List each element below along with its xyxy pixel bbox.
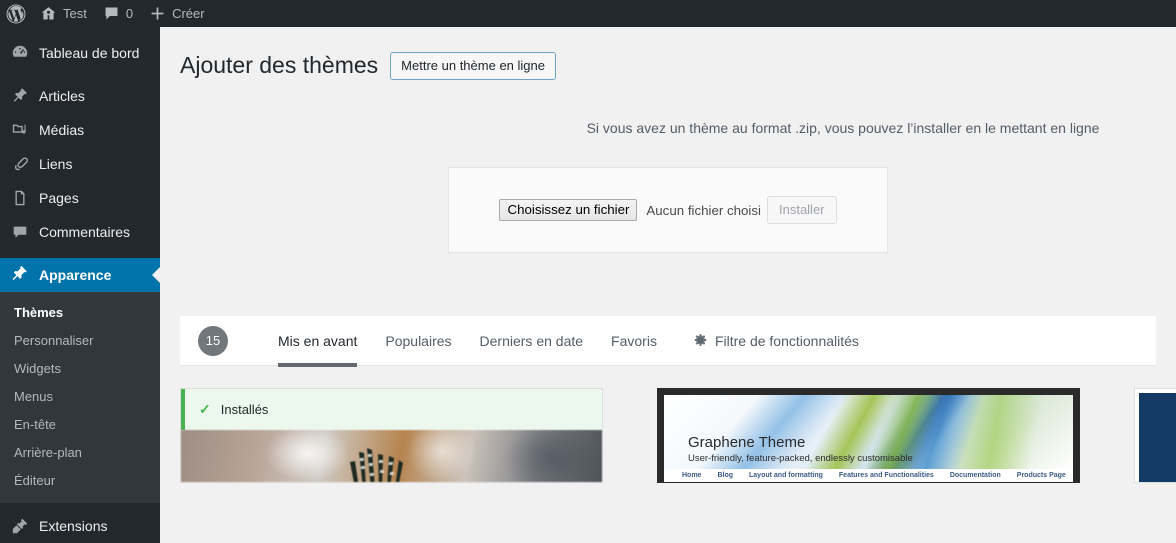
theme-count-badge: 15	[198, 325, 228, 356]
sidebar-item-label: Liens	[39, 156, 73, 172]
submenu-item-background[interactable]: Arrière-plan	[0, 439, 160, 467]
content-wrap: Ajouter des thèmes Mettre un thème en li…	[160, 27, 1176, 483]
dashboard-icon	[10, 43, 30, 63]
sidebar-item-media[interactable]: Médias	[0, 113, 160, 147]
plant-decoration	[350, 448, 403, 482]
tab-popular[interactable]: Populaires	[371, 316, 465, 366]
theme-screenshot[interactable]: Graphene Theme User-friendly, feature-pa…	[664, 395, 1073, 469]
check-icon: ✓	[199, 401, 211, 417]
submenu-item-themes[interactable]: Thèmes	[0, 299, 160, 327]
upload-theme-panel: Si vous avez un thème au format .zip, vo…	[180, 118, 1156, 253]
sidebar-item-plugins[interactable]: Extensions	[0, 509, 160, 543]
link-icon	[10, 154, 30, 174]
theme-card[interactable]	[1134, 388, 1176, 483]
theme-filter-bar: 15 Mis en avant Populaires Derniers en d…	[180, 316, 1156, 367]
menu-spacer-top	[0, 27, 160, 36]
site-name-label: Test	[63, 6, 87, 21]
theme-tagline: User-friendly, feature-packed, endlessly…	[688, 453, 913, 464]
submenu-item-menus[interactable]: Menus	[0, 383, 160, 411]
nav-item: Features and Functionalities	[838, 472, 934, 479]
sidebar-item-appearance[interactable]: Apparence	[0, 258, 160, 292]
admin-bar: Test 0 Créer	[0, 0, 1176, 27]
theme-screenshot[interactable]	[1139, 393, 1176, 482]
menu-spacer-1	[0, 70, 160, 79]
media-icon	[10, 120, 30, 140]
page-title: Ajouter des thèmes	[180, 52, 379, 78]
plugins-icon	[10, 516, 30, 536]
tab-favorites[interactable]: Favoris	[597, 316, 671, 366]
comment-icon	[103, 5, 120, 22]
theme-grid: ✓ Installés Graphene Theme User-friendly…	[180, 388, 1176, 483]
pin-icon	[10, 86, 30, 106]
submenu-item-header[interactable]: En-tête	[0, 411, 160, 439]
upload-theme-button[interactable]: Mettre un thème en ligne	[390, 51, 556, 80]
sidebar-item-label: Extensions	[39, 518, 108, 534]
plus-icon	[149, 5, 166, 22]
submenu-item-editor[interactable]: Éditeur	[0, 467, 160, 495]
main-content: Ajouter des thèmes Mettre un thème en li…	[160, 27, 1176, 543]
nav-item: Home	[682, 472, 702, 479]
admin-sidebar-menu: Tableau de bord Articles Médias Liens Pa…	[0, 27, 160, 543]
sidebar-item-label: Apparence	[39, 267, 112, 283]
new-content-label: Créer	[172, 6, 205, 21]
gear-icon	[693, 333, 708, 348]
comment-icon	[10, 222, 30, 242]
sidebar-item-pages[interactable]: Pages	[0, 181, 160, 215]
nav-item: Products Page	[1016, 472, 1066, 479]
sidebar-item-dashboard[interactable]: Tableau de bord	[0, 36, 160, 70]
comment-count-label: 0	[125, 6, 134, 21]
sidebar-item-label: Commentaires	[39, 224, 131, 240]
submenu-item-widgets[interactable]: Widgets	[0, 355, 160, 383]
upload-form: Choisissez un fichier Aucun fichier choi…	[448, 167, 888, 253]
tab-latest[interactable]: Derniers en date	[466, 316, 598, 366]
theme-preview-nav: Home Blog Layout and formatting Features…	[664, 469, 1073, 482]
appearance-icon	[10, 265, 30, 285]
feature-filter-label: Filtre de fonctionnalités	[714, 332, 859, 349]
file-input-row: Choisissez un fichier Aucun fichier choi…	[499, 199, 761, 221]
installed-notice-label: Installés	[220, 402, 269, 417]
theme-card[interactable]: ✓ Installés	[180, 388, 603, 483]
page-icon	[10, 188, 30, 208]
sidebar-item-links[interactable]: Liens	[0, 147, 160, 181]
menu-spacer-2	[0, 249, 160, 258]
appearance-submenu: Thèmes Personnaliser Widgets Menus En-tê…	[0, 292, 160, 503]
filter-tabs: Mis en avant Populaires Derniers en date…	[264, 316, 671, 367]
page-header: Ajouter des thèmes Mettre un thème en li…	[180, 37, 1156, 80]
site-name-button[interactable]: Test	[32, 0, 95, 27]
feature-filter-button[interactable]: Filtre de fonctionnalités	[693, 333, 859, 349]
new-content-button[interactable]: Créer	[141, 0, 213, 27]
sidebar-item-comments[interactable]: Commentaires	[0, 215, 160, 249]
nav-item: Blog	[717, 472, 734, 479]
theme-title: Graphene Theme	[688, 434, 806, 451]
choose-file-button[interactable]: Choisissez un fichier	[499, 199, 638, 221]
sidebar-item-label: Médias	[39, 122, 85, 138]
wordpress-logo-icon	[6, 4, 26, 24]
sidebar-item-label: Articles	[39, 88, 85, 104]
home-icon	[40, 5, 57, 22]
submenu-item-customize[interactable]: Personnaliser	[0, 327, 160, 355]
nav-item: Documentation	[949, 472, 1001, 479]
installed-notice: ✓ Installés	[181, 389, 602, 430]
install-button[interactable]: Installer	[766, 196, 837, 224]
sidebar-item-posts[interactable]: Articles	[0, 79, 160, 113]
sidebar-item-label: Tableau de bord	[39, 45, 140, 61]
nav-item: Layout and formatting	[749, 472, 823, 479]
upload-instructions: Si vous avez un thème au format .zip, vo…	[586, 120, 1100, 136]
wordpress-logo-button[interactable]	[0, 0, 32, 27]
theme-card[interactable]: Graphene Theme User-friendly, feature-pa…	[657, 388, 1080, 483]
selected-file-name: Aucun fichier choisi	[646, 202, 761, 218]
tab-featured[interactable]: Mis en avant	[264, 316, 371, 367]
theme-screenshot[interactable]	[181, 430, 602, 482]
sidebar-item-label: Pages	[39, 190, 79, 206]
comments-bubble-button[interactable]: 0	[95, 0, 141, 27]
